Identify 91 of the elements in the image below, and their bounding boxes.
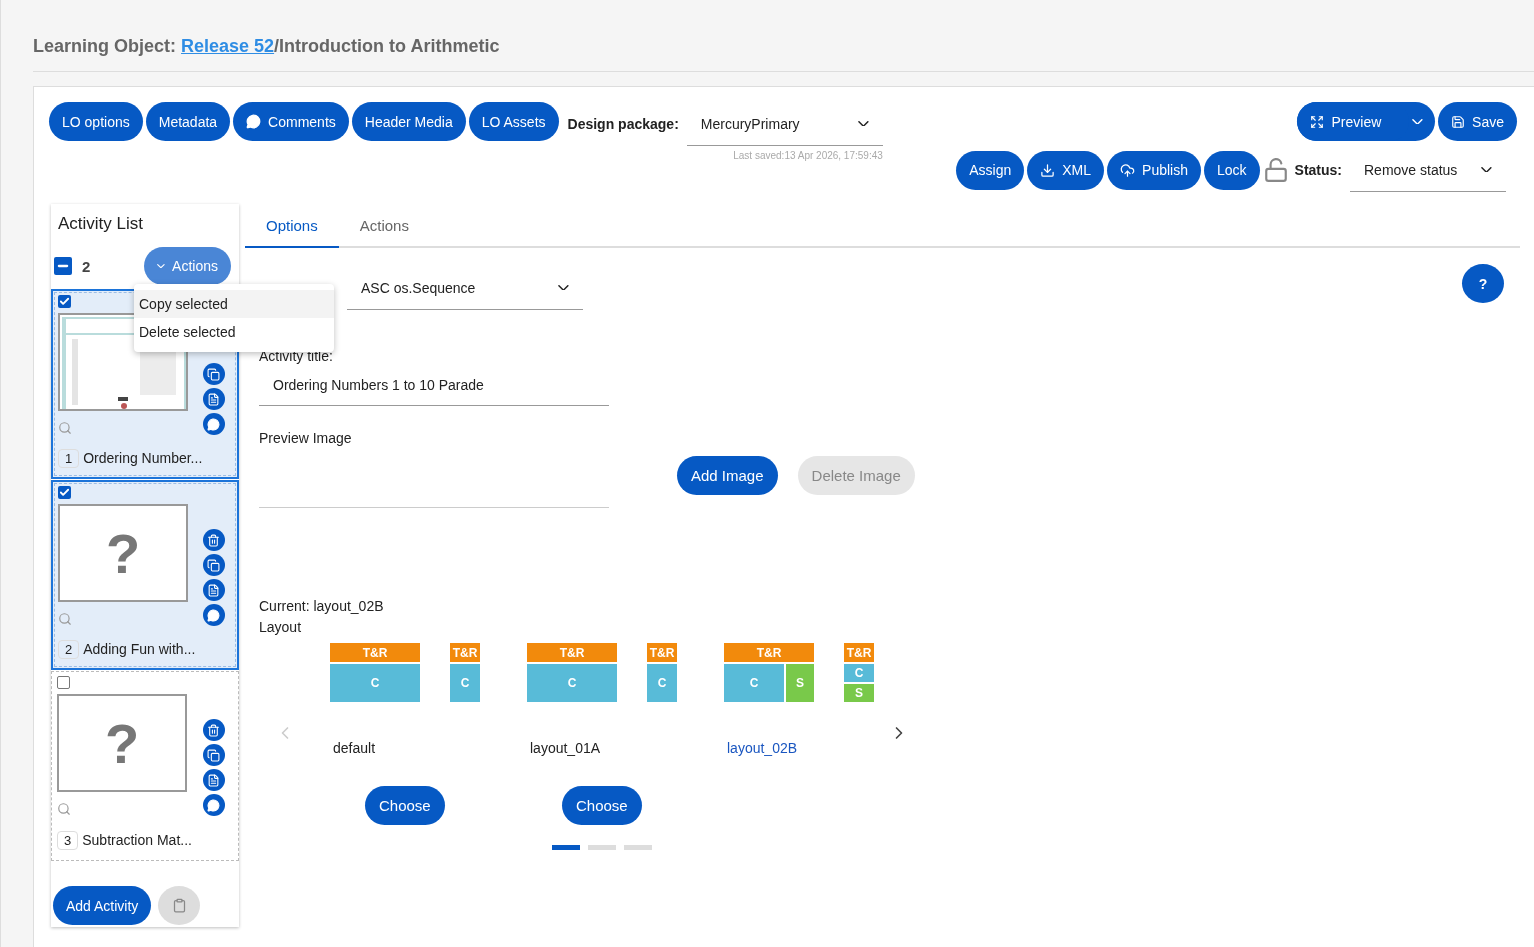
activity-title: Subtraction Mat... <box>82 832 192 848</box>
copy-icon[interactable] <box>202 363 225 385</box>
header-block: T&R <box>647 643 677 662</box>
design-package-label: Design package: <box>567 116 679 132</box>
toolbar-button[interactable]: Publish <box>1107 150 1201 190</box>
add-image-button[interactable]: Add Image <box>677 456 778 495</box>
chevron-down-icon <box>157 263 166 269</box>
header-block: T&R <box>450 643 480 662</box>
menu-item[interactable]: Copy selected <box>134 290 334 318</box>
activity-checkbox[interactable] <box>58 486 71 499</box>
menu-item[interactable]: Delete selected <box>134 318 334 346</box>
header-block: T&R <box>527 643 617 662</box>
last-saved-text: Last saved:13 Apr 2026, 17:59:43 <box>733 150 883 161</box>
activity-list-title: Activity List <box>57 213 145 235</box>
choose-button[interactable]: Choose <box>365 786 445 825</box>
layout-label: Layout <box>259 619 303 635</box>
add-activity-button[interactable]: Add Activity <box>53 886 152 925</box>
delete-icon[interactable] <box>202 529 225 551</box>
content-block: C <box>527 664 617 702</box>
tab[interactable]: Options <box>245 204 339 248</box>
tab[interactable]: Actions <box>338 204 430 248</box>
activity-item[interactable]: ? 2 Adding Fun with... <box>51 480 239 670</box>
document-icon[interactable] <box>202 388 225 410</box>
placeholder-thumbnail: ? <box>58 504 188 602</box>
header-block: T&R <box>844 643 874 662</box>
chevron-down-icon <box>858 120 869 127</box>
cloud-upload-icon <box>1120 162 1136 178</box>
content-block: C <box>450 664 480 702</box>
activity-type-select[interactable]: ASC os.Sequence <box>347 266 583 310</box>
comment-icon <box>246 114 262 129</box>
save-button[interactable]: Save <box>1438 102 1517 141</box>
expand-icon <box>1310 114 1325 129</box>
copy-icon[interactable] <box>202 554 225 576</box>
toolbar-button[interactable]: Assign <box>956 150 1025 190</box>
copy-icon[interactable] <box>202 744 225 766</box>
activity-checkbox[interactable] <box>58 295 71 308</box>
layout-name: layout_01A <box>530 740 602 756</box>
activity-title: Ordering Number... <box>83 450 203 466</box>
placeholder-thumbnail: ? <box>57 694 187 792</box>
content-block: C <box>330 664 420 702</box>
choose-button[interactable]: Choose <box>562 786 642 825</box>
select-all-checkbox[interactable] <box>54 257 72 275</box>
selected-count: 2 <box>82 257 92 275</box>
activity-title-field[interactable]: Ordering Numbers 1 to 10 Parade <box>259 364 609 406</box>
activity-checkbox[interactable] <box>57 676 70 689</box>
activity-item[interactable]: ? 3 Subtraction Mat... <box>51 671 239 861</box>
item-number: 3 <box>57 830 79 850</box>
download-icon <box>1040 162 1056 178</box>
page-title: Learning Object: Release 52/Introduction to Arithmetic <box>33 0 1534 72</box>
design-package-select[interactable]: MercuryPrimary <box>686 102 883 146</box>
actions-button[interactable]: Actions <box>144 247 231 285</box>
delete-icon[interactable] <box>202 719 225 741</box>
comment-icon[interactable] <box>202 413 225 435</box>
side-block: S <box>844 684 874 702</box>
current-layout-text: Current: layout_02B <box>259 598 385 614</box>
toolbar-button[interactable]: Comments <box>233 102 349 141</box>
paste-button[interactable] <box>158 886 201 925</box>
toolbar-button[interactable]: Lock <box>1203 150 1260 190</box>
item-number: 1 <box>58 448 80 468</box>
header-block: T&R <box>330 643 420 662</box>
toolbar-button[interactable]: LO Assets <box>468 102 559 141</box>
check-icon <box>59 487 70 498</box>
chevron-down-icon <box>1481 166 1492 173</box>
activity-title: Adding Fun with... <box>83 641 196 657</box>
layout-name: default <box>333 740 377 756</box>
comment-icon[interactable] <box>202 604 225 626</box>
clipboard-icon <box>171 898 187 913</box>
document-icon[interactable] <box>202 579 225 601</box>
header-block: T&R <box>724 643 814 662</box>
preview-button[interactable]: Preview <box>1297 102 1436 141</box>
document-icon[interactable] <box>202 769 225 791</box>
side-block: S <box>786 664 814 702</box>
chevron-down-icon <box>1412 118 1424 125</box>
layout-name: layout_02B <box>727 740 799 756</box>
item-number: 2 <box>58 639 80 659</box>
activity-title-label: Activity title: <box>259 348 334 364</box>
check-icon <box>59 296 70 307</box>
content-block: C <box>647 664 677 702</box>
toolbar-button[interactable]: Header Media <box>351 102 466 141</box>
chevron-down-icon <box>558 284 569 291</box>
save-icon <box>1451 114 1466 129</box>
content-block: C <box>844 664 874 682</box>
status-label: Status: <box>1294 162 1342 178</box>
content-block: C <box>724 664 784 702</box>
preview-image-label: Preview Image <box>259 430 353 446</box>
help-button[interactable]: ? <box>1462 264 1504 303</box>
comment-icon[interactable] <box>202 794 225 816</box>
status-select[interactable]: Remove status <box>1350 148 1506 192</box>
toolbar-button[interactable]: Metadata <box>145 102 231 141</box>
toolbar-button[interactable]: LO options <box>49 102 143 141</box>
toolbar-button[interactable]: XML <box>1027 150 1105 190</box>
